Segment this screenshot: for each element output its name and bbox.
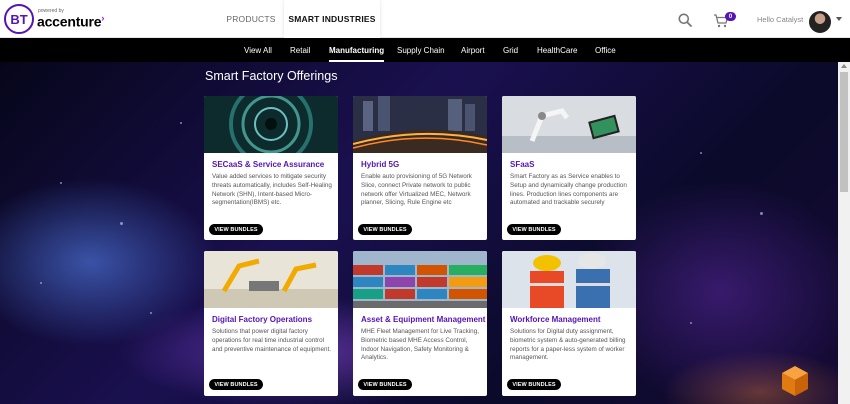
sparkle [120, 222, 123, 225]
subnav-item-retail[interactable]: Retail [290, 38, 310, 62]
view-bundles-button[interactable]: VIEW BUNDLES [209, 379, 263, 390]
search-icon[interactable] [678, 13, 692, 27]
subnav-item-office[interactable]: Office [595, 38, 616, 62]
card-image-digital-factory [204, 251, 338, 308]
offering-card-hybrid-5g[interactable]: Hybrid 5G Enable auto provisioning of 5G… [353, 96, 487, 240]
card-title: SECaaS & Service Assurance [212, 160, 325, 169]
card-description: Solutions that power digital factory ope… [212, 328, 332, 353]
top-header: BT powered by accenture› PRODUCTS SMART … [0, 0, 850, 38]
subnav-item-view-all[interactable]: View All [244, 38, 272, 62]
sparkle [60, 182, 62, 184]
card-description: MHE Fleet Management for Live Tracking, … [361, 328, 479, 362]
card-title: Digital Factory Operations [212, 315, 313, 324]
avatar[interactable] [809, 11, 831, 33]
offering-card-asset-management[interactable]: Asset & Equipment Management MHE Fleet M… [353, 251, 487, 396]
sparkle [760, 212, 763, 215]
user-greeting: Hello Catalyst [757, 15, 804, 24]
view-bundles-button[interactable]: VIEW BUNDLES [358, 379, 412, 390]
accenture-wordmark: accenture› [37, 14, 104, 29]
view-bundles-button[interactable]: VIEW BUNDLES [507, 224, 561, 235]
card-title: Hybrid 5G [361, 160, 400, 169]
industry-subnav: View All Retail Manufacturing Supply Cha… [0, 38, 850, 62]
card-image-hybrid-5g [353, 96, 487, 153]
subnav-item-manufacturing[interactable]: Manufacturing [329, 38, 385, 62]
sparkle [690, 322, 692, 324]
accenture-name: accenture [37, 13, 102, 30]
card-title: Workforce Management [510, 315, 601, 324]
subnav-item-airport[interactable]: Airport [461, 38, 485, 62]
sparkle [180, 122, 182, 124]
subnav-item-label: Manufacturing [329, 45, 385, 55]
sparkle [700, 152, 702, 154]
card-description: Solutions for Digital duty assignment, b… [510, 328, 626, 362]
logo-wordmark: powered by accenture› [37, 9, 104, 29]
card-description: Enable auto provisioning of 5G Network S… [361, 173, 472, 207]
card-title: Asset & Equipment Management [361, 315, 486, 324]
card-description: Smart Factory as as Service enables to S… [510, 173, 627, 207]
chevron-down-icon[interactable] [836, 17, 842, 21]
sparkle [40, 282, 42, 284]
offering-card-sfaas[interactable]: SFaaS Smart Factory as as Service enable… [502, 96, 636, 240]
card-description: Value added services to mitigate securit… [212, 173, 332, 207]
page-title: Smart Factory Offerings [205, 69, 338, 83]
card-image-secaas [204, 96, 338, 153]
card-image-sfaas [502, 96, 636, 153]
sparkle [150, 312, 152, 314]
cart-button[interactable]: 0 [713, 12, 737, 29]
offering-card-workforce[interactable]: Workforce Management Solutions for Digit… [502, 251, 636, 396]
subnav-item-grid[interactable]: Grid [503, 38, 518, 62]
tab-smart-industries[interactable]: SMART INDUSTRIES [284, 0, 380, 38]
subnav-item-supply-chain[interactable]: Supply Chain [397, 38, 445, 62]
view-bundles-button[interactable]: VIEW BUNDLES [209, 224, 263, 235]
accenture-chevron-mark: › [101, 13, 105, 24]
view-bundles-button[interactable]: VIEW BUNDLES [507, 379, 561, 390]
card-title: SFaaS [510, 160, 535, 169]
offering-card-digital-factory[interactable]: Digital Factory Operations Solutions tha… [204, 251, 338, 396]
bt-accenture-logo[interactable]: BT powered by accenture› [4, 4, 104, 34]
scroll-up-arrow-icon[interactable] [841, 64, 847, 68]
view-bundles-button[interactable]: VIEW BUNDLES [358, 224, 412, 235]
cube-icon[interactable] [781, 365, 809, 397]
offering-card-secaas[interactable]: SECaaS & Service Assurance Value added s… [204, 96, 338, 240]
subnav-item-healthcare[interactable]: HealthCare [537, 38, 577, 62]
scrollbar-thumb[interactable] [840, 72, 848, 192]
cart-count-badge: 0 [725, 12, 736, 21]
card-image-containers [353, 251, 487, 308]
card-image-workforce [502, 251, 636, 308]
bt-logo-mark: BT [4, 4, 34, 34]
page-scrollbar[interactable] [838, 62, 850, 404]
tab-products[interactable]: PRODUCTS [220, 0, 282, 38]
